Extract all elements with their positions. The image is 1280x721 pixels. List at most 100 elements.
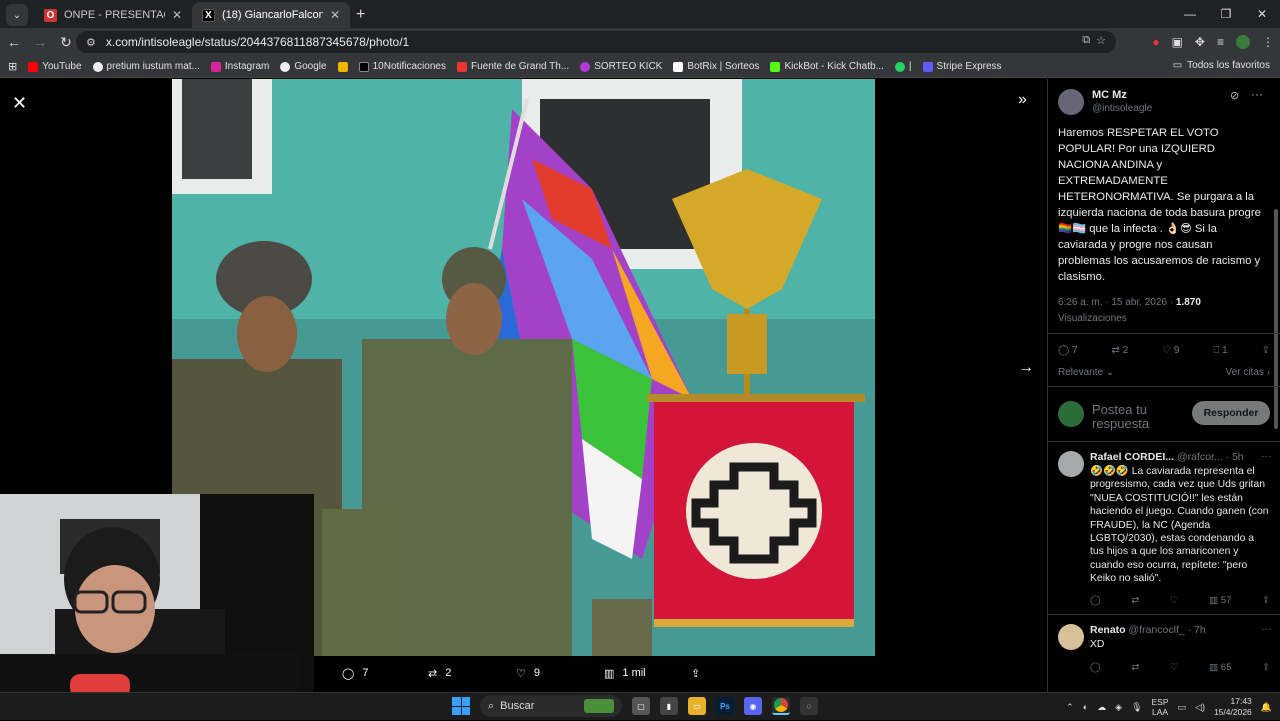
commenter-name[interactable]: Rafael CORDEI... bbox=[1090, 451, 1174, 463]
bookmark-colorful[interactable] bbox=[337, 61, 348, 72]
address-bar[interactable]: ⚙ x.com/intisoleagle/status/204437681188… bbox=[76, 31, 1116, 53]
reply-button[interactable]: Responder bbox=[1192, 401, 1270, 425]
file-explorer-icon[interactable]: ▭ bbox=[688, 697, 706, 715]
tab-list-button[interactable]: ⌄ bbox=[6, 4, 28, 26]
commenter-name[interactable]: Renato bbox=[1090, 624, 1126, 636]
heart-icon[interactable]: ♡ bbox=[1170, 662, 1179, 673]
expand-panel-icon[interactable]: » bbox=[1018, 91, 1027, 109]
tray-app-icon[interactable]: ◈ bbox=[1115, 702, 1122, 713]
views-action[interactable]: ▥ 57 bbox=[1209, 595, 1231, 606]
share-icon[interactable]: ⇪ bbox=[1262, 595, 1270, 606]
heart-icon[interactable]: ♡ bbox=[1170, 595, 1179, 606]
discord-icon[interactable]: ◉ bbox=[744, 697, 762, 715]
extension-red-icon[interactable]: ● bbox=[1152, 35, 1159, 49]
all-bookmarks[interactable]: ▭ Todos los favoritos bbox=[1173, 60, 1270, 71]
minimize-icon[interactable]: — bbox=[1172, 0, 1208, 28]
close-window-icon[interactable]: ✕ bbox=[1244, 0, 1280, 28]
app-icon[interactable]: ▮ bbox=[660, 697, 678, 715]
tray-app-icon[interactable]: ◐ bbox=[1083, 702, 1088, 712]
new-tab-icon[interactable]: + bbox=[356, 6, 365, 24]
close-icon[interactable]: ✕ bbox=[12, 93, 27, 114]
comment-icon[interactable]: ◯ bbox=[1090, 595, 1101, 606]
share-icon[interactable]: ⇪ bbox=[1262, 345, 1270, 356]
repost-icon[interactable]: ⇄ bbox=[1131, 662, 1139, 673]
language-indicator[interactable]: ESP LAA bbox=[1152, 697, 1169, 717]
extensions-puzzle-icon[interactable]: ✥ bbox=[1195, 35, 1205, 49]
extension-icon[interactable]: ▣ bbox=[1172, 35, 1183, 49]
repost-action[interactable]: ⇄ 2 bbox=[1111, 345, 1128, 356]
chevron-up-icon[interactable]: ⌃ bbox=[1066, 702, 1074, 713]
reply-input[interactable]: Postea tu respuesta bbox=[1092, 403, 1172, 431]
avatar[interactable] bbox=[1058, 89, 1084, 115]
taskbar-search[interactable]: ⌕ Buscar bbox=[480, 695, 622, 717]
maximize-icon[interactable]: ❐ bbox=[1208, 0, 1244, 28]
bookmark-grand-theft[interactable]: Fuente de Grand Th... bbox=[456, 61, 569, 72]
comment-icon[interactable]: ◯ bbox=[1090, 662, 1101, 673]
more-options-icon[interactable]: ··· bbox=[1251, 87, 1263, 101]
next-arrow-icon[interactable]: → bbox=[1018, 359, 1034, 377]
bookmark-google[interactable]: Google bbox=[280, 61, 327, 72]
forward-icon[interactable]: → bbox=[28, 34, 52, 50]
list-item[interactable]: Rafael CORDEI... @rafcor... · 5h ··· 🤣🤣🤣… bbox=[1058, 451, 1273, 611]
apps-grid-icon[interactable]: ⊞ bbox=[8, 60, 17, 73]
tray-app-icon[interactable]: ☁ bbox=[1097, 702, 1106, 713]
back-icon[interactable]: ← bbox=[2, 34, 26, 50]
reply-action[interactable]: ◯ 7 bbox=[1058, 345, 1078, 356]
tab-x-post[interactable]: X (18) GiancarloFalconi en X: "Par ✕ bbox=[192, 2, 350, 28]
author-handle[interactable]: @intisoleagle bbox=[1092, 103, 1152, 114]
clock[interactable]: 17:43 15/4/2026 bbox=[1214, 696, 1252, 718]
bookmark-instagram[interactable]: Instagram bbox=[210, 61, 269, 72]
reading-list-icon[interactable]: ≡ bbox=[1217, 35, 1224, 49]
close-tab-icon[interactable]: ✕ bbox=[172, 8, 182, 22]
task-view-icon[interactable]: ▢ bbox=[632, 697, 650, 715]
bookmark-botrix[interactable]: BotRix | Sorteos bbox=[673, 61, 759, 72]
bookmark-whatsapp[interactable]: | bbox=[894, 61, 912, 72]
app-icon[interactable]: ◌ bbox=[800, 697, 818, 715]
notification-icon[interactable]: 🔔 bbox=[1261, 702, 1272, 713]
avatar[interactable] bbox=[1058, 451, 1084, 477]
avatar[interactable] bbox=[1058, 624, 1084, 650]
install-icon[interactable]: ⧉ bbox=[1082, 34, 1090, 47]
views-action[interactable]: ▥ 1 mil bbox=[604, 667, 646, 680]
bookmark-notificaciones[interactable]: 10Notificaciones bbox=[358, 61, 446, 72]
photoshop-icon[interactable]: Ps bbox=[716, 697, 734, 715]
sort-dropdown[interactable]: Relevante ⌄ bbox=[1058, 367, 1114, 378]
menu-icon[interactable]: ⋮ bbox=[1262, 35, 1274, 49]
bookmark-youtube[interactable]: YouTube bbox=[28, 61, 82, 72]
bookmark-action[interactable]: ⎕ 1 bbox=[1213, 345, 1227, 356]
repost-icon[interactable]: ⇄ bbox=[1131, 595, 1139, 606]
view-quotes-link[interactable]: Ver citas › bbox=[1226, 367, 1270, 378]
repost-action[interactable]: ⇄ 2 bbox=[428, 667, 451, 680]
volume-icon[interactable]: ◁) bbox=[1195, 702, 1205, 713]
grok-icon[interactable]: ⊘ bbox=[1230, 89, 1239, 102]
bookmark-kickbot[interactable]: KickBot - Kick Chatb... bbox=[770, 61, 884, 72]
panel-scrollbar[interactable] bbox=[1274, 209, 1278, 429]
profile-avatar[interactable] bbox=[1236, 35, 1250, 49]
like-action[interactable]: ♡ 9 bbox=[516, 667, 540, 680]
share-action[interactable]: ⇪ bbox=[691, 667, 700, 680]
network-icon[interactable]: ▭ bbox=[1178, 702, 1187, 713]
tab-onpe[interactable]: O ONPE - PRESENTACIÓN DE RES ✕ bbox=[34, 2, 192, 28]
post-author[interactable]: MC Mz @intisoleagle bbox=[1058, 89, 1152, 115]
like-action[interactable]: ♡ 9 bbox=[1162, 345, 1179, 356]
chrome-icon[interactable] bbox=[772, 697, 790, 715]
close-tab-icon[interactable]: ✕ bbox=[330, 8, 340, 22]
commenter-handle[interactable]: @francoclf_ bbox=[1129, 624, 1185, 636]
more-options-icon[interactable]: ··· bbox=[1261, 624, 1271, 635]
microphone-icon[interactable]: 🎙 bbox=[1131, 702, 1142, 713]
post-timestamp[interactable]: 6:26 a. m. · 15 abr. 2026 · bbox=[1058, 297, 1173, 308]
reply-action[interactable]: ◯ 7 bbox=[342, 667, 368, 680]
reload-icon[interactable]: ↻ bbox=[54, 34, 78, 51]
share-icon[interactable]: ⇪ bbox=[1262, 662, 1270, 673]
commenter-handle[interactable]: @rafcor... bbox=[1177, 451, 1223, 463]
bookmark-pretium[interactable]: pretium iustum mat... bbox=[92, 61, 200, 72]
more-options-icon[interactable]: ··· bbox=[1261, 451, 1271, 462]
bookmark-stripe[interactable]: Stripe Express bbox=[922, 61, 1002, 72]
views-action[interactable]: ▥ 65 bbox=[1209, 662, 1231, 673]
list-item[interactable]: Renato @francoclf_ · 7h ··· XD ◯ ⇄ ♡ ▥ 6… bbox=[1058, 624, 1273, 684]
bookmark-sorteo-kick[interactable]: SORTEO KICK bbox=[580, 61, 662, 72]
windows-start-icon[interactable] bbox=[452, 697, 470, 715]
site-info-icon[interactable]: ⚙ bbox=[86, 36, 96, 49]
author-name[interactable]: MC Mz bbox=[1092, 89, 1152, 101]
bookmark-star-icon[interactable]: ☆ bbox=[1096, 34, 1106, 47]
